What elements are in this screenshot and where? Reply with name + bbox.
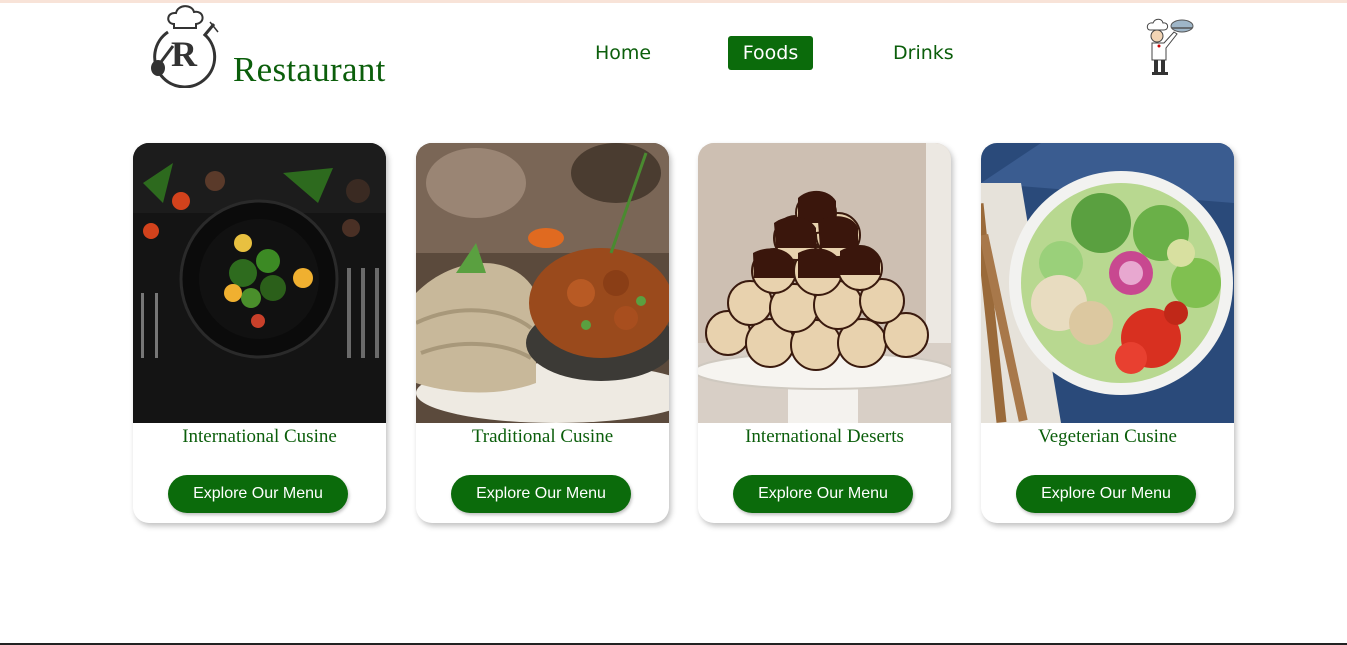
chef-hat-logo-icon[interactable]: R	[146, 4, 222, 88]
explore-menu-button[interactable]: Explore Our Menu	[168, 475, 348, 513]
top-border	[0, 0, 1347, 3]
card-title: Traditional Cusine	[471, 426, 614, 447]
nav-drinks[interactable]: Drinks	[893, 36, 954, 70]
chef-waiter-icon	[1146, 18, 1194, 75]
food-card: Traditional Cusine Explore Our Menu	[416, 143, 669, 523]
explore-menu-button[interactable]: Explore Our Menu	[733, 475, 913, 513]
injera-and-stew-photo	[416, 143, 669, 423]
brand-title: Restaurant	[233, 50, 386, 89]
plated-salad-photo	[133, 143, 386, 423]
food-card: International Deserts Explore Our Menu	[698, 143, 951, 523]
food-card: International Cusine Explore Our Menu	[133, 143, 386, 523]
chocolate-profiteroles-photo	[698, 143, 951, 423]
nav-home[interactable]: Home	[595, 36, 651, 70]
salad-bowl-photo	[981, 143, 1234, 423]
nav-foods[interactable]: Foods	[728, 36, 813, 70]
food-card: Vegeterian Cusine Explore Our Menu	[981, 143, 1234, 523]
explore-menu-button[interactable]: Explore Our Menu	[451, 475, 631, 513]
card-title: International Deserts	[745, 426, 904, 447]
card-title: Vegeterian Cusine	[1038, 426, 1177, 447]
logo-letter: R	[171, 34, 198, 74]
card-title: International Cusine	[182, 426, 337, 447]
explore-menu-button[interactable]: Explore Our Menu	[1016, 475, 1196, 513]
